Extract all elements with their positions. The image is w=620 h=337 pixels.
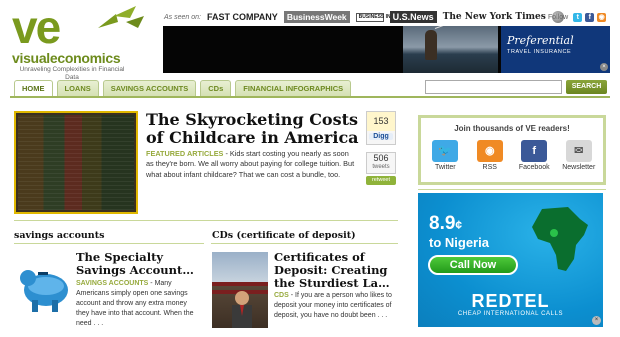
twitter-icon[interactable]: t	[573, 13, 583, 22]
as-seen-on-label: As seen on:	[164, 13, 201, 21]
sidebar-divider	[418, 189, 606, 190]
ad-price-unit: ¢	[455, 218, 463, 232]
side-ad-redtel[interactable]: 8.9¢ to Nigeria Call Now REDTEL CHEAP IN…	[418, 193, 603, 327]
tab-financial-infographics[interactable]: FINANCIAL INFOGRAPHICS	[235, 80, 352, 96]
digg-button[interactable]: Digg	[369, 133, 393, 140]
savings-article-title[interactable]: The Specialty Savings Account…	[76, 251, 196, 277]
subscribe-options: 🐦 Twitter ◉ RSS f Facebook ✉ Newsletter	[423, 140, 601, 171]
subscribe-title: Join thousands of VE readers!	[454, 124, 570, 133]
tweet-label: tweets	[372, 164, 390, 170]
press-businessweek: BusinessWeek	[283, 11, 350, 23]
savings-category-link[interactable]: SAVINGS ACCOUNTS	[76, 280, 148, 287]
ad-brand-tagline: CHEAP INTERNATIONAL CALLS	[457, 311, 564, 317]
ad-close-icon[interactable]: ×	[600, 63, 608, 71]
press-fast-company: FAST COMPANY	[206, 12, 278, 22]
top-banner-ad[interactable]: Preferential TRAVEL INSURANCE ×	[163, 26, 610, 73]
africa-map-icon	[532, 207, 588, 271]
cds-article-excerpt: CDS - If you are a person who likes to d…	[274, 291, 398, 321]
press-nytimes: The New York Times	[442, 12, 546, 22]
nav-divider	[10, 96, 610, 98]
rss-icon[interactable]: ◉	[597, 13, 607, 22]
newsletter-icon: ✉	[565, 140, 592, 162]
businessman-icon	[212, 282, 268, 328]
featured-article-image[interactable]	[14, 111, 138, 214]
search-button[interactable]: SEARCH	[566, 80, 607, 94]
cds-heading-rule	[211, 243, 398, 244]
savings-article-image[interactable]	[14, 252, 70, 324]
tab-loans[interactable]: LOANS	[56, 80, 99, 96]
banner-photo	[403, 26, 498, 73]
featured-infographic-thumbnail	[18, 115, 134, 210]
search-input[interactable]	[425, 80, 562, 94]
subscribe-newsletter-label: Newsletter	[562, 164, 596, 171]
savings-heading-rule	[14, 243, 204, 244]
cds-article-image[interactable]	[212, 252, 268, 328]
as-seen-on-bar: As seen on: FAST COMPANY BusinessWeek BU…	[164, 10, 564, 24]
logo-mark: ve	[12, 1, 61, 53]
subscribe-facebook-label: Facebook	[518, 164, 550, 171]
logo-name: visualeconomics	[12, 50, 121, 66]
featured-article-excerpt: FEATURED ARTICLES - Kids start costing y…	[146, 149, 358, 180]
follow-label: Follow	[548, 14, 569, 21]
savings-article-excerpt: SAVINGS ACCOUNTS - Many Americans simply…	[76, 279, 198, 329]
subscribe-box: Join thousands of VE readers! 🐦 Twitter …	[418, 115, 606, 185]
facebook-icon: f	[521, 140, 548, 162]
banner-brand-panel: Preferential TRAVEL INSURANCE	[501, 26, 610, 73]
cds-article-title[interactable]: Certificates of Deposit: Creating the St…	[274, 251, 398, 290]
subscribe-facebook[interactable]: f Facebook	[514, 140, 554, 171]
tweet-counter: 506 tweets	[366, 152, 396, 174]
subscribe-rss-label: RSS	[482, 164, 497, 171]
page: ve visualeconomics Unraveling Complexiti…	[0, 0, 620, 337]
ad-close-icon[interactable]: ×	[592, 316, 601, 325]
main-nav: HOME LOANS SAVINGS ACCOUNTS CDs FINANCIA…	[14, 80, 352, 96]
subscribe-twitter-label: Twitter	[434, 164, 456, 171]
tweet-count: 506	[373, 153, 389, 163]
ad-price-value: 8.9	[429, 213, 456, 234]
logo-leaf-icon	[98, 6, 144, 28]
press-us-news: U.S.News	[389, 11, 437, 23]
savings-section-heading[interactable]: savings accounts	[14, 230, 104, 241]
featured-article-title[interactable]: The Skyrocketing Costs of Childcare in A…	[146, 111, 361, 147]
banner-fisherman	[425, 30, 437, 60]
tab-savings-accounts[interactable]: SAVINGS ACCOUNTS	[102, 80, 197, 96]
ad-brand: REDTEL	[471, 291, 550, 311]
call-now-button[interactable]: Call Now	[428, 255, 518, 275]
site-logo[interactable]: ve visualeconomics Unraveling Complexiti…	[10, 1, 160, 81]
facebook-icon[interactable]: f	[585, 13, 595, 22]
featured-category-link[interactable]: FEATURED ARTICLES	[146, 149, 223, 158]
subscribe-newsletter[interactable]: ✉ Newsletter	[559, 140, 599, 171]
digg-counter[interactable]: 153 Digg	[366, 111, 396, 145]
press-business-insider: BUSINESS INSIDER	[355, 12, 406, 22]
tab-cds[interactable]: CDs	[200, 80, 232, 96]
ad-price: 8.9¢	[429, 213, 462, 235]
digg-count: 153	[367, 112, 395, 131]
section-divider	[14, 220, 398, 221]
retweet-button[interactable]: retweet	[366, 176, 396, 185]
subscribe-twitter[interactable]: 🐦 Twitter	[425, 140, 465, 171]
piggy-bank-icon	[20, 270, 68, 312]
banner-title: Preferential	[507, 34, 574, 47]
ad-destination: to Nigeria	[429, 235, 489, 250]
cds-section-heading[interactable]: CDs (certificate of deposit)	[212, 230, 356, 241]
twitter-icon: 🐦	[432, 140, 459, 162]
banner-subtitle: TRAVEL INSURANCE	[507, 49, 572, 55]
savings-excerpt-text: - Many Americans simply open one savings…	[76, 280, 194, 327]
subscribe-rss[interactable]: ◉ RSS	[470, 140, 510, 171]
cds-category-link[interactable]: CDS	[274, 292, 289, 299]
tab-home[interactable]: HOME	[14, 80, 53, 96]
cds-excerpt-text: - If you are a person who likes to depos…	[274, 292, 392, 319]
follow-bar: Follow t f ◉	[548, 13, 607, 22]
rss-icon: ◉	[476, 140, 503, 162]
